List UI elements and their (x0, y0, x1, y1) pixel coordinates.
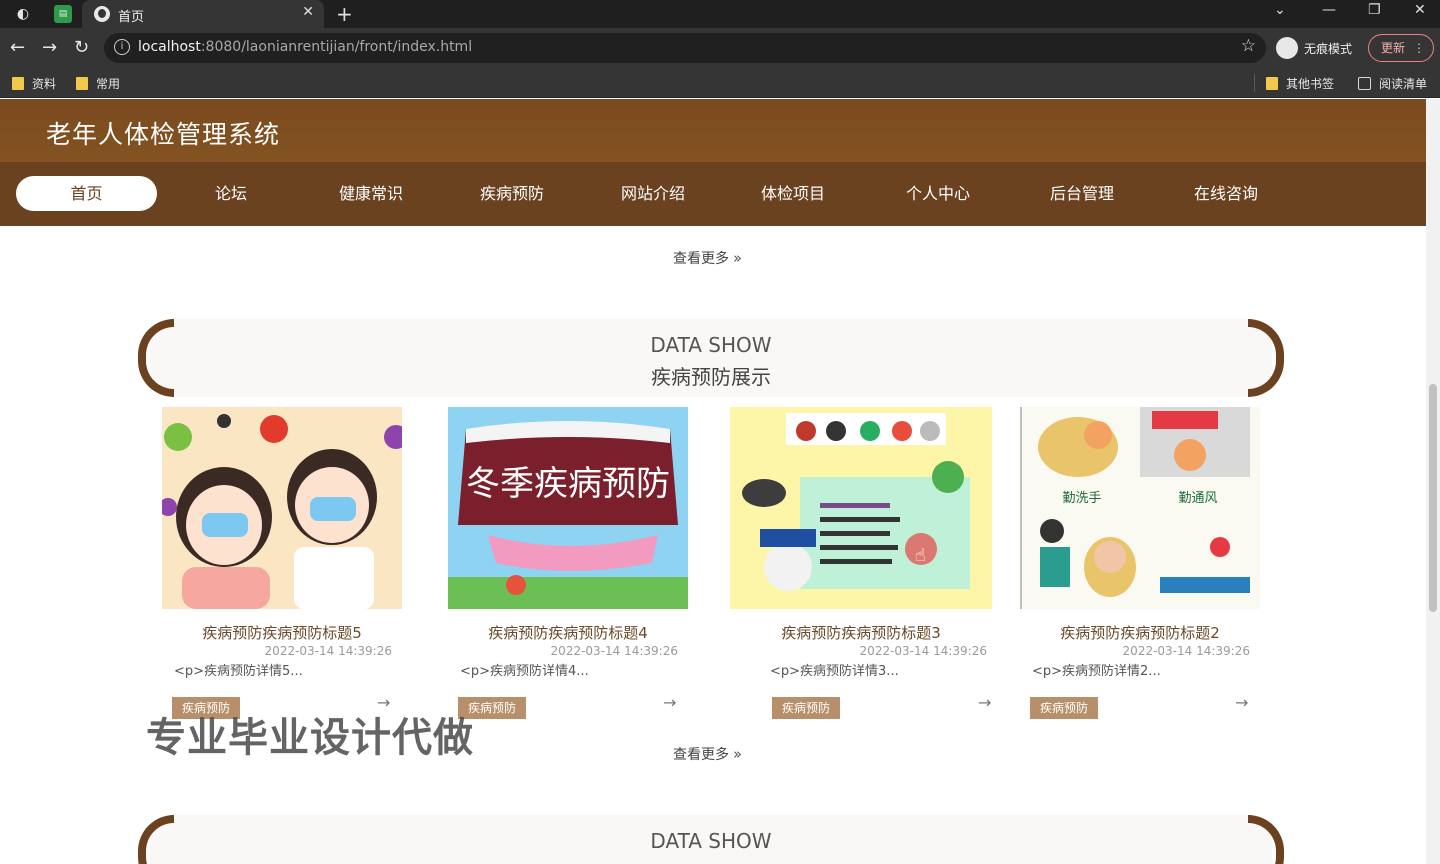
page-scrollbar[interactable] (1426, 99, 1440, 864)
nav-personal-center[interactable]: 个人中心 (883, 176, 993, 211)
back-icon[interactable]: ← (10, 37, 25, 58)
section-subtitle-en: DATA SHOW (650, 829, 772, 853)
new-tab-button[interactable]: + (336, 2, 353, 26)
card-date: 2022-03-14 14:39:26 (1122, 644, 1250, 658)
hand-cursor-icon: ☝ (915, 545, 926, 566)
tab-home[interactable]: 首页 ✕ (82, 0, 324, 28)
incognito-indicator[interactable]: 无痕模式 (1276, 36, 1352, 60)
card-date: 2022-03-14 14:39:26 (859, 644, 987, 658)
reading-list[interactable]: 阅读清单 (1358, 75, 1427, 92)
card-description: <p>疾病预防详情3... (770, 664, 899, 679)
card-category-tag: 疾病预防 (772, 697, 841, 719)
globe-icon (94, 6, 110, 22)
minimize-icon[interactable]: — (1322, 2, 1336, 18)
banner-right-bracket (1248, 815, 1284, 864)
pinned-app-icon[interactable]: ▤ (54, 5, 72, 23)
folder-icon (12, 77, 24, 90)
restore-icon[interactable]: ❐ (1368, 2, 1381, 18)
banner-right-bracket (1248, 319, 1284, 397)
double-chevron-right-icon: ›› (733, 745, 742, 763)
main-navigation: 首页 论坛 健康常识 疾病预防 网站介绍 体检项目 个人中心 后台管理 在线咨询 (0, 162, 1426, 226)
incognito-icon (1276, 37, 1298, 59)
menu-dots-icon: ⋮ (1413, 41, 1425, 55)
address-bar[interactable]: i localhost:8080/laonianrentijian/front/… (104, 33, 1266, 63)
folder-icon (76, 77, 88, 90)
card-image-wash-hands-poster[interactable]: 勤洗手 勤通风 (1020, 407, 1260, 609)
nav-health-knowledge[interactable]: 健康常识 (316, 176, 426, 211)
reload-icon[interactable]: ↻ (74, 37, 89, 58)
section-banner-disease: DATA SHOW 疾病预防展示 (138, 319, 1284, 397)
close-window-icon[interactable]: ✕ (1414, 2, 1426, 18)
site-title: 老年人体检管理系统 (46, 120, 281, 149)
arrow-right-icon[interactable]: → (978, 693, 991, 712)
banner-left-bracket (138, 319, 174, 397)
arrow-right-icon[interactable]: → (663, 693, 676, 712)
bookmark-folder-changyong[interactable]: 常用 (76, 75, 120, 92)
tab-search-icon[interactable]: ⌄ (1274, 2, 1286, 18)
bookmark-other[interactable]: 其他书签 (1266, 75, 1334, 92)
bookmark-star-icon[interactable]: ☆ (1241, 36, 1256, 56)
card-category-tag: 疾病预防 (1030, 697, 1099, 719)
section-subtitle-en: DATA SHOW (650, 333, 772, 357)
image-label: 勤洗手 (1062, 491, 1101, 506)
card-description: <p>疾病预防详情4... (460, 664, 589, 679)
card-description: <p>疾病预防详情5... (174, 664, 303, 679)
site-header: 老年人体检管理系统 (0, 99, 1426, 162)
nav-checkup-items[interactable]: 体检项目 (738, 176, 848, 211)
url-text: localhost:8080/laonianrentijian/front/in… (138, 39, 473, 55)
nav-admin[interactable]: 后台管理 (1027, 176, 1137, 211)
scrollbar-thumb[interactable] (1429, 384, 1437, 612)
nav-home[interactable]: 首页 (16, 176, 157, 211)
banner-background: DATA SHOW 疾病预防展示 (150, 319, 1272, 397)
close-tab-icon[interactable]: ✕ (302, 4, 314, 20)
card-description: <p>疾病预防详情2... (1032, 664, 1161, 679)
forward-icon[interactable]: → (42, 37, 57, 58)
card-title[interactable]: 疾病预防疾病预防标题3 (730, 622, 992, 643)
card-date: 2022-03-14 14:39:26 (550, 644, 678, 658)
bookmark-separator (1254, 74, 1255, 92)
section-banner-checkup: DATA SHOW (138, 815, 1284, 864)
view-more-link[interactable]: 查看更多 ›› (673, 744, 742, 764)
nav-online-consult[interactable]: 在线咨询 (1171, 176, 1281, 211)
browser-tab-strip: ◐ ▤ 首页 ✕ + ⌄ — ❐ ✕ (0, 0, 1440, 28)
nav-site-intro[interactable]: 网站介绍 (598, 176, 708, 211)
site-info-icon[interactable]: i (114, 39, 130, 55)
bookmarks-bar: 资料 常用 其他书签 阅读清单 (0, 68, 1440, 98)
nav-disease-prevention[interactable]: 疾病预防 (457, 176, 567, 211)
image-label: 勤通风 (1178, 491, 1217, 506)
view-more-link[interactable]: 查看更多 ›› (673, 248, 742, 268)
card-title[interactable]: 疾病预防疾病预防标题2 (1020, 622, 1260, 643)
browser-profile-icon[interactable]: ◐ (14, 5, 32, 23)
watermark-text: 专业毕业设计代做 (146, 715, 474, 761)
image-caption: 冬季疾病预防 (466, 464, 670, 504)
card-title[interactable]: 疾病预防疾病预防标题5 (162, 622, 402, 643)
reading-list-icon (1358, 77, 1371, 90)
section-title: 疾病预防展示 (651, 365, 771, 389)
update-button[interactable]: 更新 ⋮ (1368, 34, 1434, 62)
nav-forum[interactable]: 论坛 (176, 176, 286, 211)
page-viewport: 老年人体检管理系统 首页 论坛 健康常识 疾病预防 网站介绍 体检项目 个人中心… (0, 99, 1440, 864)
banner-background: DATA SHOW (150, 815, 1272, 864)
arrow-right-icon[interactable]: → (1235, 693, 1248, 712)
bookmark-folder-ziliao[interactable]: 资料 (12, 75, 56, 92)
card-image-winter-prevention[interactable]: 冬季疾病预防 (448, 407, 688, 609)
double-chevron-right-icon: ›› (733, 249, 742, 267)
folder-icon (1266, 77, 1278, 90)
banner-left-bracket (138, 815, 174, 864)
address-toolbar: ← → ↻ i localhost:8080/laonianrentijian/… (0, 28, 1440, 68)
tab-title: 首页 (118, 10, 145, 25)
card-date: 2022-03-14 14:39:26 (264, 644, 392, 658)
card-image-prevention-poster[interactable] (730, 407, 992, 609)
card-title[interactable]: 疾病预防疾病预防标题4 (448, 622, 688, 643)
card-image-children-masks[interactable] (162, 407, 402, 609)
